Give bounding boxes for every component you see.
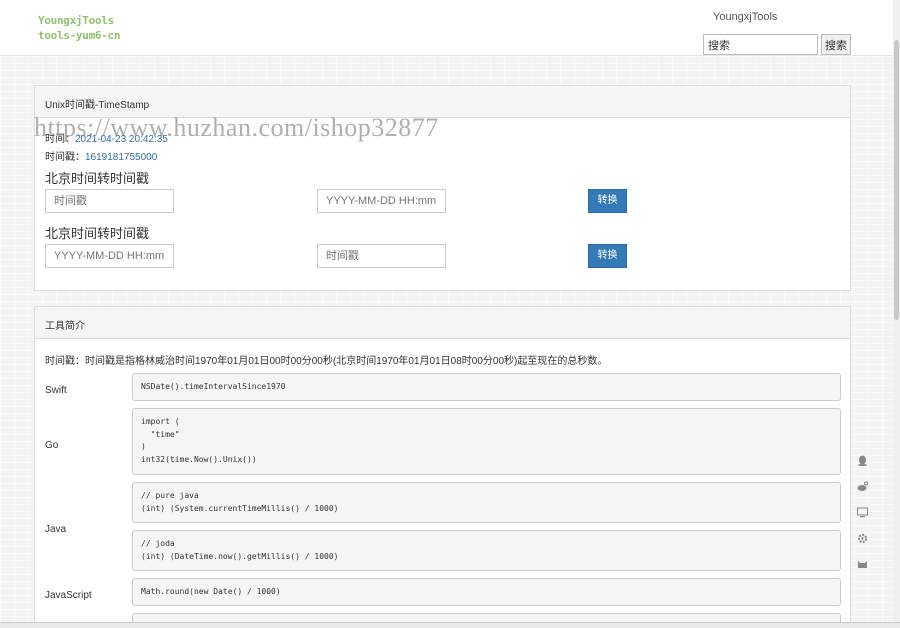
lang-label-javascript: JavaScript [45,590,92,601]
scrollbar-thumb[interactable] [894,40,899,320]
vertical-scrollbar[interactable] [893,0,900,628]
lang-label-swift: Swift [45,385,67,396]
qq-icon[interactable] [857,455,868,466]
timestamp-panel: Unix时间戳-TimeStamp 时间：2021-04-23 20:42:35… [34,85,851,291]
intro-panel: 工具简介 时间戳：时间戳是指格林威治时间1970年01月01日00时00分00秒… [34,306,851,628]
code-block-go: import ( "time" ) int32(time.Now().Unix(… [132,408,841,475]
site-header: YoungxjTools tools-yum6-cn YoungxjTools … [0,0,893,56]
site-name-link[interactable]: YoungxjTools [713,11,777,23]
current-timestamp-line: 时间戳：1619181755000 [45,148,157,163]
code-block-java-2: // joda (int) (DateTime.now().getMillis(… [132,530,841,571]
code-block-swift: NSDate().timeIntervalSince1970 [132,373,841,401]
browser-status-bar [0,622,900,628]
timestamp-value: 1619181755000 [85,152,158,163]
timestamp-input-1[interactable] [45,189,174,213]
convert-button-2[interactable]: 转换 [588,244,627,268]
section-title-1: 北京时间转时间戳 [45,171,150,186]
search-button[interactable]: 搜索 [821,34,851,55]
monitor-icon[interactable] [857,507,868,518]
code-block-java-1: // pure java (int) (System.currentTimeMi… [132,482,841,523]
datetime-output-1[interactable] [317,189,446,213]
gear-icon[interactable] [857,533,868,544]
time-value: 2021-04-23 20:42:35 [75,134,168,145]
lang-label-go: Go [45,440,59,451]
search-input[interactable] [703,34,818,55]
convert-button-1[interactable]: 转换 [588,189,627,213]
panel-title: 工具简介 [35,307,850,339]
site-logo[interactable]: YoungxjTools tools-yum6-cn [38,13,121,43]
timestamp-label: 时间戳： [45,152,85,163]
panel-title: Unix时间戳-TimeStamp [35,86,850,118]
description-text: 时间戳：时间戳是指格林威治时间1970年01月01日00时00分00秒(北京时间… [45,356,608,367]
cat-icon[interactable] [857,559,868,570]
current-time-line: 时间：2021-04-23 20:42:35 [45,130,168,145]
logo-line-1: YoungxjTools [38,14,114,27]
section-title-2: 北京时间转时间戳 [45,226,150,241]
lang-label-java: Java [45,524,67,535]
code-block-javascript: Math.round(new Date() / 1000) [132,578,841,606]
side-share-bar [857,455,869,585]
timestamp-output-2[interactable] [317,244,446,268]
datetime-input-2[interactable] [45,244,174,268]
logo-line-2: tools-yum6-cn [38,29,121,42]
time-label: 时间： [45,134,75,145]
weibo-icon[interactable] [857,481,868,492]
